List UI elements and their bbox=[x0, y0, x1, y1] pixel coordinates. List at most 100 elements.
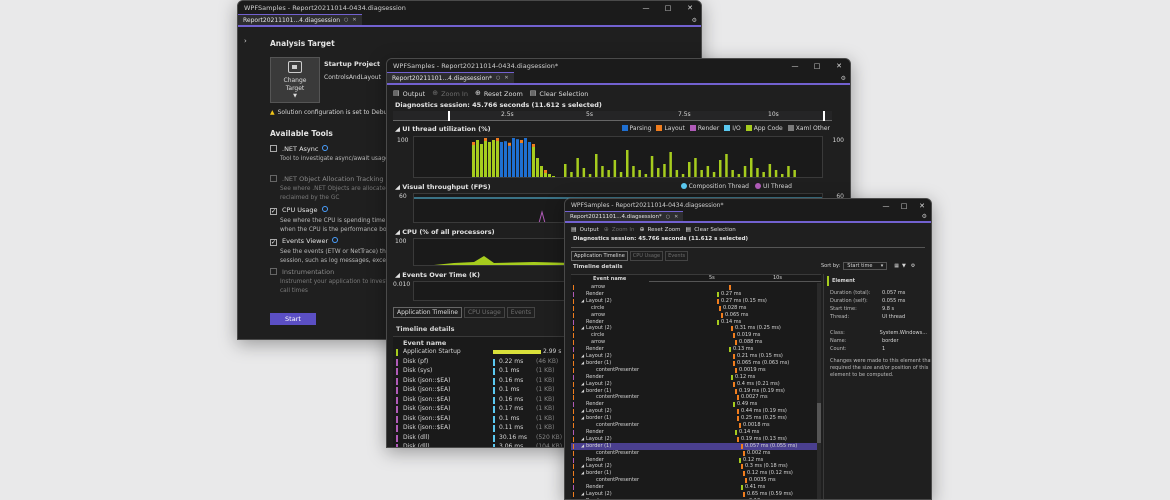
ui-bar bbox=[737, 174, 741, 177]
expand-icon[interactable]: ◢ bbox=[581, 470, 584, 475]
gear-icon[interactable]: ⚙ bbox=[918, 213, 931, 220]
property-value: 0.055 ms bbox=[882, 298, 906, 304]
tab-cpu-usage[interactable]: CPU Usage bbox=[629, 251, 664, 261]
row-color-bar bbox=[573, 464, 574, 470]
row-color-bar bbox=[573, 423, 574, 428]
expand-icon[interactable]: ◢ bbox=[581, 491, 584, 496]
tool-checkbox[interactable] bbox=[270, 268, 277, 275]
expand-icon[interactable]: ◢ bbox=[581, 436, 584, 441]
ui-bar bbox=[743, 166, 747, 177]
document-tab[interactable]: Report20211101...4.diagsession* ○ ✕ bbox=[387, 72, 514, 83]
output-button[interactable]: ▤ Output bbox=[571, 227, 599, 234]
pin-icon[interactable]: ○ bbox=[666, 214, 670, 220]
sort-by-value: Start time bbox=[847, 263, 873, 269]
output-button[interactable]: ▤ Output bbox=[393, 90, 425, 98]
expand-icon[interactable]: ◢ bbox=[581, 381, 584, 386]
tab-application-timeline[interactable]: Application Timeline bbox=[571, 251, 628, 261]
ui-bar-layout bbox=[520, 140, 523, 143]
zoom-in-button[interactable]: ⊕ Zoom In bbox=[604, 227, 635, 234]
expand-icon[interactable]: ◢ bbox=[581, 415, 584, 420]
expand-icon[interactable]: ◢ bbox=[581, 388, 584, 393]
selection-handle-left[interactable] bbox=[448, 111, 450, 121]
startup-project-heading: Startup Project bbox=[324, 60, 381, 68]
row-duration-bar bbox=[733, 402, 735, 408]
gear-icon[interactable]: ⚙ bbox=[837, 75, 850, 82]
expand-icon[interactable]: ◢ bbox=[581, 325, 584, 330]
expand-icon[interactable]: ◢ bbox=[581, 443, 584, 448]
ui-bar bbox=[619, 172, 623, 177]
clear-selection-button[interactable]: ▤ Clear Selection bbox=[686, 227, 736, 234]
clear-selection-button[interactable]: ▤ Clear Selection bbox=[530, 90, 589, 98]
reset-zoom-button[interactable]: ⊕ Reset Zoom bbox=[475, 90, 523, 98]
legend-label: UI Thread bbox=[762, 183, 792, 190]
sort-by-dropdown[interactable]: Start time ▾ bbox=[843, 262, 888, 270]
tool-checkbox[interactable]: ✓ bbox=[270, 239, 277, 246]
property-row: Start time: 9.8 s bbox=[824, 306, 927, 314]
row-color-bar bbox=[573, 402, 574, 408]
document-tab-label: Report20211101...4.diagsession* bbox=[392, 74, 493, 82]
expand-icon[interactable]: ◢ bbox=[581, 298, 584, 303]
pin-icon[interactable]: ○ bbox=[496, 75, 500, 81]
minimize-icon[interactable]: — bbox=[784, 59, 806, 73]
settings-icon[interactable]: ⚙ bbox=[911, 263, 915, 269]
event-name: Disk (sys) bbox=[403, 367, 433, 374]
ui-bar bbox=[731, 170, 734, 177]
minimize-icon[interactable]: — bbox=[877, 199, 895, 212]
property-row: Class: System.Windows... bbox=[824, 330, 927, 338]
document-tab[interactable]: Report20211101...4.diagsession ○ ✕ bbox=[238, 14, 362, 25]
tab-close-icon[interactable]: ✕ bbox=[352, 17, 356, 23]
property-row: Duration (total): 0.057 ms bbox=[824, 290, 927, 298]
selection-handle-right[interactable] bbox=[823, 111, 825, 121]
maximize-icon[interactable]: □ bbox=[806, 59, 828, 73]
ui-bar bbox=[700, 170, 703, 177]
minimize-icon[interactable]: — bbox=[635, 1, 657, 15]
help-icon[interactable] bbox=[321, 206, 328, 212]
maximize-icon[interactable]: □ bbox=[657, 1, 679, 15]
time-ruler[interactable]: 2.5s 5s 7.5s 10s bbox=[393, 111, 832, 121]
document-tab[interactable]: Report20211101...4.diagsession* ○ ✕ bbox=[565, 211, 684, 221]
event-duration: 0.1 ms bbox=[499, 414, 520, 422]
tool-checkbox[interactable] bbox=[270, 175, 277, 182]
gear-icon[interactable]: ⚙ bbox=[688, 17, 701, 24]
event-duration-bar bbox=[493, 415, 495, 423]
close-icon[interactable]: ✕ bbox=[913, 199, 931, 212]
expand-icon[interactable]: ◢ bbox=[581, 353, 584, 358]
tab-events[interactable]: Events bbox=[506, 307, 536, 318]
row-duration-bar bbox=[735, 429, 737, 435]
expand-icon[interactable]: ◢ bbox=[581, 408, 584, 413]
ui-bar bbox=[650, 156, 654, 177]
start-button[interactable]: Start bbox=[270, 313, 316, 325]
maximize-icon[interactable]: □ bbox=[895, 199, 913, 212]
expand-chevron-icon[interactable]: › bbox=[244, 37, 247, 45]
event-duration-bar bbox=[493, 350, 541, 354]
event-duration-bar bbox=[493, 406, 495, 413]
expand-icon[interactable]: ◢ bbox=[581, 463, 584, 468]
expand-icon[interactable]: ◢ bbox=[581, 360, 584, 365]
tab-application-timeline[interactable]: Application Timeline bbox=[393, 307, 462, 318]
ui-bar bbox=[607, 170, 610, 177]
tool-checkbox[interactable]: ✓ bbox=[270, 208, 277, 215]
help-icon[interactable] bbox=[332, 237, 339, 243]
row-color-bar bbox=[573, 409, 574, 415]
help-icon[interactable] bbox=[322, 145, 329, 151]
tool-checkbox[interactable] bbox=[270, 145, 277, 152]
ui-bar bbox=[688, 162, 691, 177]
reset-zoom-button[interactable]: ⊕ Reset Zoom bbox=[640, 227, 681, 234]
event-duration-bar bbox=[493, 444, 495, 447]
ui-bar bbox=[632, 166, 635, 177]
ui-bar bbox=[582, 168, 586, 177]
tab-events[interactable]: Events bbox=[665, 251, 689, 261]
zoom-in-button[interactable]: ⊕ Zoom In bbox=[432, 90, 468, 98]
tab-close-icon[interactable]: ✕ bbox=[504, 75, 508, 81]
pin-icon[interactable]: ○ bbox=[344, 17, 348, 23]
scrollbar[interactable] bbox=[817, 283, 821, 499]
ui-thread-chart[interactable] bbox=[413, 136, 823, 178]
close-icon[interactable]: ✕ bbox=[679, 1, 701, 15]
close-icon[interactable]: ✕ bbox=[828, 59, 850, 73]
tab-close-icon[interactable]: ✕ bbox=[674, 214, 678, 220]
grid-toggle-icon[interactable]: ▦ bbox=[894, 263, 899, 269]
row-name: Render bbox=[586, 456, 604, 463]
filter-icon[interactable]: ▼ bbox=[902, 263, 906, 269]
change-target-button[interactable]: Change Target ▼ bbox=[270, 57, 320, 103]
tab-cpu-usage[interactable]: CPU Usage bbox=[463, 307, 505, 318]
